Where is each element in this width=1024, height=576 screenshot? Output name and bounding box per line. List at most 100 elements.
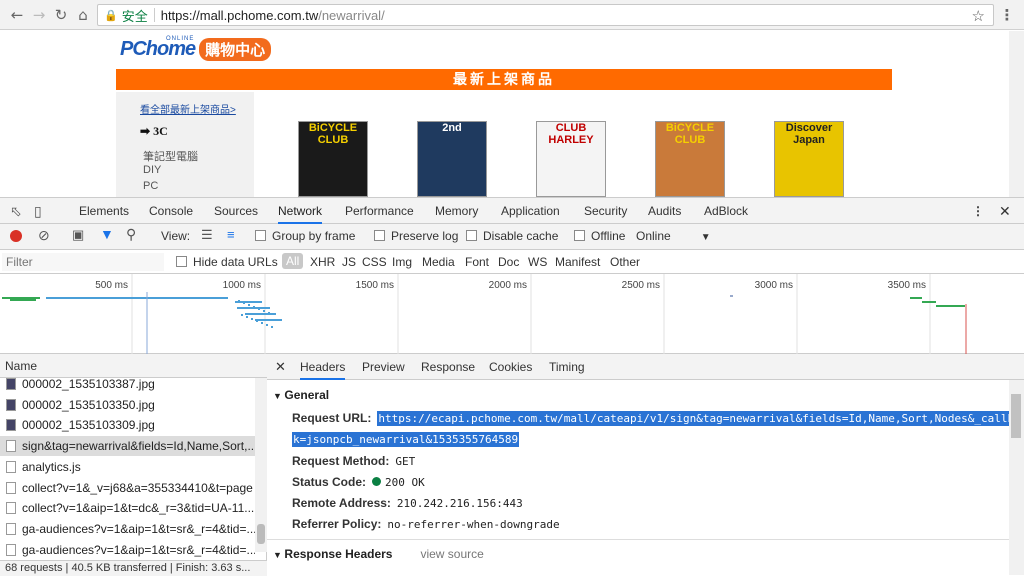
scrollbar-thumb[interactable] <box>257 524 265 544</box>
general-section-header[interactable]: ▼ General <box>273 388 329 402</box>
devtools-tab[interactable]: Performance <box>345 198 414 224</box>
secure-label: 安全 <box>121 8 148 24</box>
request-row[interactable]: sign&tag=newarrival&fields=Id,Name,Sort,… <box>0 436 255 457</box>
request-row[interactable]: ga-audiences?v=1&aip=1&t=sr&_r=4&tid=... <box>0 519 255 539</box>
waterfall-icon[interactable]: ≡ <box>227 227 235 242</box>
request-row[interactable]: 000002_1535103350.jpg <box>0 395 255 415</box>
scrollbar-thumb[interactable] <box>1011 394 1021 438</box>
close-devtools-icon[interactable]: ✕ <box>999 198 1011 224</box>
details-tab[interactable]: Preview <box>362 354 405 380</box>
home-icon[interactable]: ⌂ <box>74 6 92 24</box>
filter-input[interactable] <box>2 253 164 271</box>
request-dot <box>241 314 243 316</box>
devtools-tab[interactable]: Elements <box>79 198 129 224</box>
devtools-tab[interactable]: AdBlock <box>704 198 748 224</box>
triangle-down-icon: ▼ <box>273 550 285 560</box>
large-rows-icon[interactable]: ☰ <box>201 227 213 243</box>
request-dot <box>261 322 263 324</box>
view-source-link[interactable]: view source <box>420 547 483 561</box>
response-headers-section-header[interactable]: ▼ Response Headers view source <box>273 547 484 561</box>
devtools-tab[interactable]: Application <box>501 198 560 224</box>
url-host: https://mall.pchome.com.tw <box>160 7 319 23</box>
request-row[interactable]: 000002_1535103387.jpg <box>0 374 255 394</box>
page-scrollbar[interactable] <box>1009 31 1024 197</box>
details-tab[interactable]: Timing <box>549 354 585 380</box>
product-thumbnail[interactable]: BiCYCLE CLUB <box>298 121 368 197</box>
request-dot <box>246 316 248 318</box>
type-filter-media[interactable]: Media <box>422 255 455 269</box>
devtools-tab[interactable]: Sources <box>214 198 258 224</box>
site-logo[interactable]: PChome ONLINE 購物中心 <box>120 36 272 61</box>
referrer-policy-row: Referrer Policy: no-referrer-when-downgra… <box>292 517 560 531</box>
devtools-tab[interactable]: Memory <box>435 198 478 224</box>
address-bar[interactable]: 🔒 安全 https://mall.pchome.com.tw/newarriv… <box>97 4 994 26</box>
status-code-row: Status Code: 200 OK <box>292 475 425 489</box>
timeline-tick-label: 3500 ms <box>888 280 926 291</box>
magazine-title: BiCYCLE CLUB <box>308 122 358 146</box>
network-summary: 68 requests | 40.5 KB transferred | Fini… <box>0 560 267 576</box>
bookmark-star-icon[interactable]: ☆ <box>972 7 985 25</box>
type-filter-js[interactable]: JS <box>342 255 356 269</box>
product-thumbnail[interactable]: Discover Japan <box>774 121 844 197</box>
type-filter-other[interactable]: Other <box>610 255 640 269</box>
preserve-log-checkbox[interactable]: Preserve log <box>374 229 458 243</box>
device-toolbar-icon[interactable]: ▯ <box>34 198 42 224</box>
request-row[interactable]: collect?v=1&_v=j68&a=355334410&t=page <box>0 478 255 498</box>
request-dot <box>271 326 273 328</box>
request-row[interactable]: 000002_1535103309.jpg <box>0 415 255 435</box>
record-icon[interactable] <box>10 230 22 242</box>
offline-checkbox[interactable]: Offline <box>574 229 625 243</box>
search-icon[interactable]: ⚲ <box>126 226 136 243</box>
network-overview[interactable]: 500 ms 1000 ms 1500 ms 2000 ms 2500 ms 3000 m… <box>0 274 1024 354</box>
devtools-tab[interactable]: Console <box>149 198 193 224</box>
filter-icon[interactable]: ▼ <box>100 226 114 242</box>
group-by-frame-checkbox[interactable]: Group by frame <box>255 229 355 243</box>
type-filter-xhr[interactable]: XHR <box>310 255 335 269</box>
type-filter-manifest[interactable]: Manifest <box>555 255 600 269</box>
magazine-title: CLUB HARLEY <box>548 122 594 146</box>
devtools-tab[interactable]: Network <box>278 198 323 224</box>
type-filter-all[interactable]: All <box>282 253 304 269</box>
type-filter-css[interactable]: CSS <box>362 255 387 269</box>
document-file-icon <box>6 543 16 556</box>
product-thumbnail[interactable]: 2nd <box>417 121 487 197</box>
devtools-tab[interactable]: Audits <box>648 198 681 224</box>
type-filter-img[interactable]: Img <box>392 255 412 269</box>
request-url-value[interactable]: k=jsonpcb_newarrival&1535355764589 <box>292 432 520 447</box>
devtools-tab[interactable]: Security <box>584 198 627 224</box>
request-url-value[interactable]: https://ecapi.pchome.com.tw/mall/cateapi… <box>377 411 1024 426</box>
details-tab[interactable]: Response <box>421 354 475 380</box>
details-tab[interactable]: Headers <box>300 354 346 380</box>
details-tab[interactable]: Cookies <box>489 354 532 380</box>
type-filter-doc[interactable]: Doc <box>498 255 519 269</box>
subcategory-item[interactable]: DIY <box>143 164 161 176</box>
type-filter-ws[interactable]: WS <box>528 255 547 269</box>
clear-icon[interactable]: ⊘ <box>38 227 50 244</box>
throttle-value: Online <box>636 229 671 243</box>
request-row[interactable]: analytics.js <box>0 457 255 477</box>
product-thumbnail[interactable]: BiCYCLE CLUB <box>655 121 725 197</box>
devtools-menu-icon[interactable]: ⋮ <box>972 198 984 224</box>
screenshot-icon[interactable]: ▣ <box>72 227 84 243</box>
close-details-icon[interactable]: ✕ <box>275 354 286 380</box>
request-row[interactable]: ga-audiences?v=1&aip=1&t=sr&_r=4&tid=... <box>0 540 255 560</box>
request-row[interactable]: collect?v=1&aip=1&t=dc&_r=3&tid=UA-11... <box>0 498 255 518</box>
type-filter-font[interactable]: Font <box>465 255 489 269</box>
reload-icon[interactable]: ↻ <box>52 6 70 24</box>
forward-icon[interactable]: → <box>30 6 48 24</box>
subcategory-item[interactable]: PC <box>143 180 158 192</box>
hide-data-urls-checkbox[interactable]: Hide data URLs <box>176 255 278 269</box>
inspect-element-icon[interactable]: ⬁ <box>10 198 22 224</box>
menu-kebab-icon[interactable]: ⋮ <box>998 6 1016 24</box>
status-dot-icon <box>372 477 382 486</box>
product-thumbnail[interactable]: CLUB HARLEY <box>536 121 606 197</box>
back-icon[interactable]: ← <box>8 6 26 24</box>
request-name: collect?v=1&aip=1&t=dc&_r=3&tid=UA-11... <box>22 501 255 516</box>
see-all-link[interactable]: 看全部最新上架商品> <box>140 101 236 116</box>
disable-cache-checkbox[interactable]: Disable cache <box>466 229 558 243</box>
category-3c[interactable]: ➡ 3C <box>140 124 168 139</box>
header-key: Request URL: <box>292 411 372 425</box>
throttle-select[interactable]: Online ▼ <box>636 229 711 243</box>
remote-address-row: Remote Address: 210.242.216.156:443 <box>292 496 523 510</box>
subcategory-item[interactable]: 筆記型電腦 <box>143 148 198 164</box>
